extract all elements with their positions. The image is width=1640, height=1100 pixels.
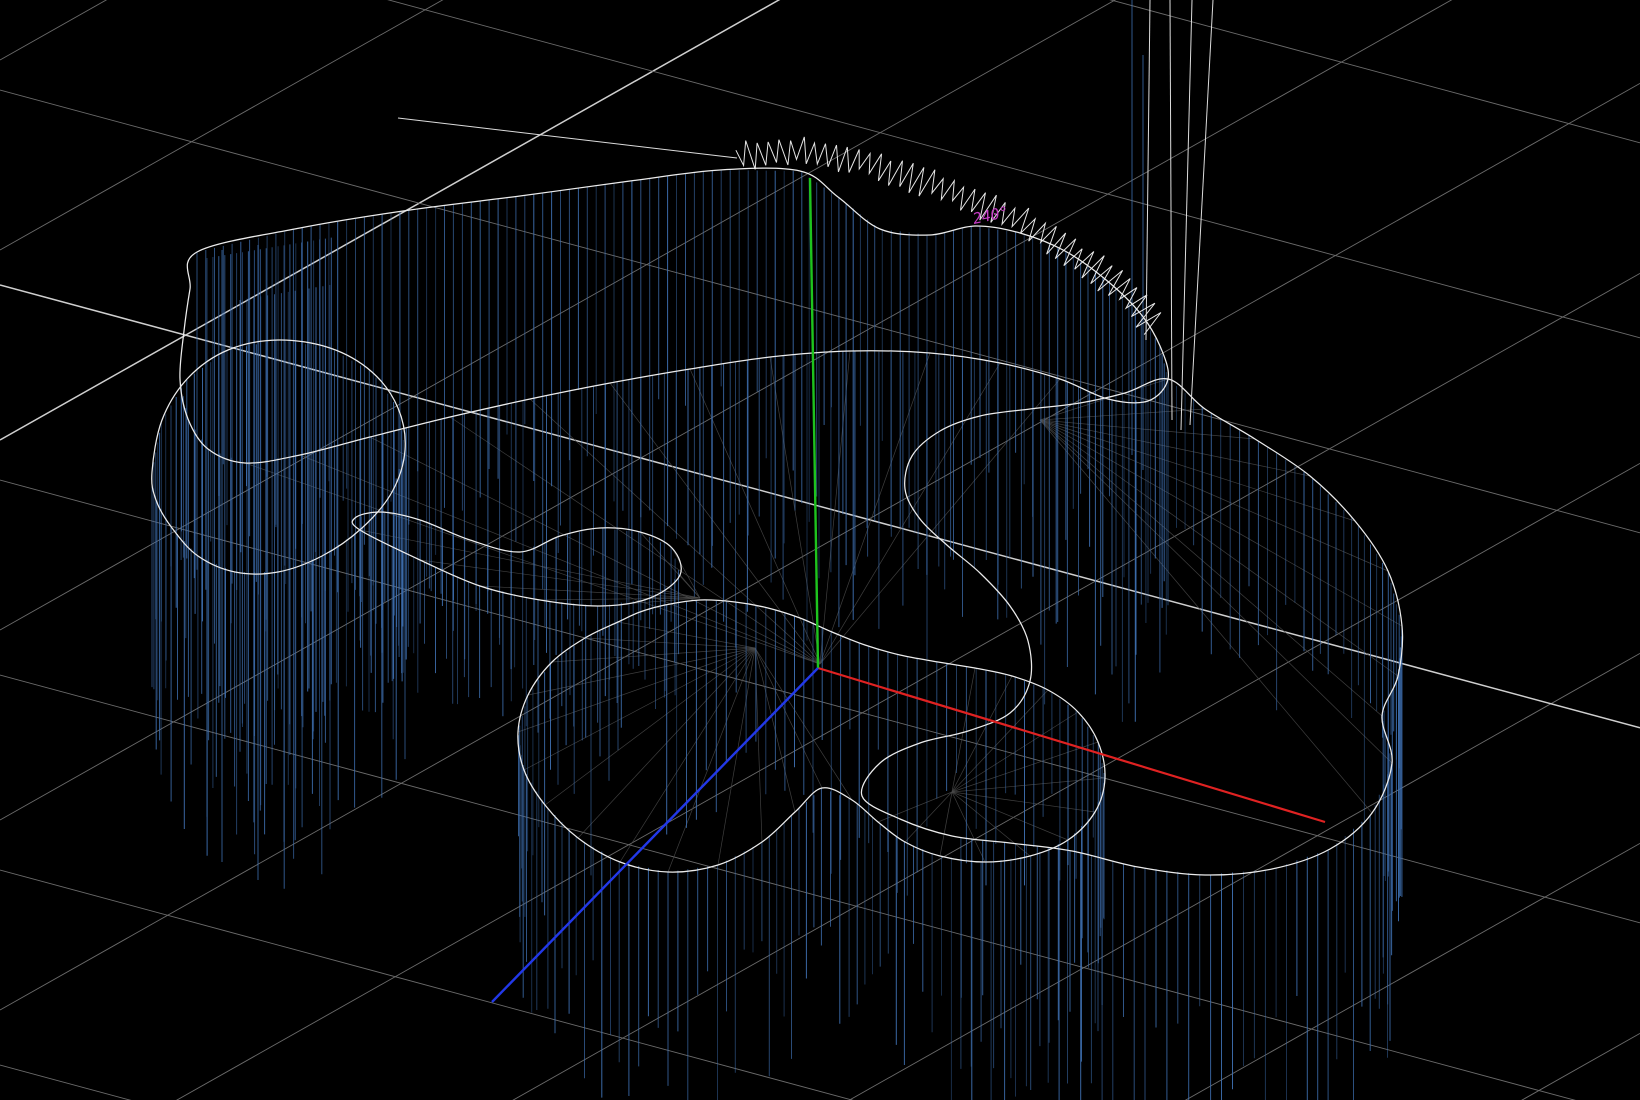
axis-x (818, 668, 1325, 822)
cam-viewport[interactable]: 240° (0, 0, 1640, 1100)
scene-svg: 240° (0, 0, 1640, 1100)
retract-layer (398, 0, 1213, 430)
label-layer: 240° (971, 203, 1010, 228)
contour-layer (152, 168, 1403, 875)
angle-label: 240° (971, 203, 1010, 228)
contour-ridge (180, 168, 1169, 463)
plunge-layer (152, 0, 1402, 1100)
zigzag-layer (736, 137, 1161, 335)
fan-layer (245, 351, 1402, 872)
grid-layer (0, 0, 1640, 1100)
